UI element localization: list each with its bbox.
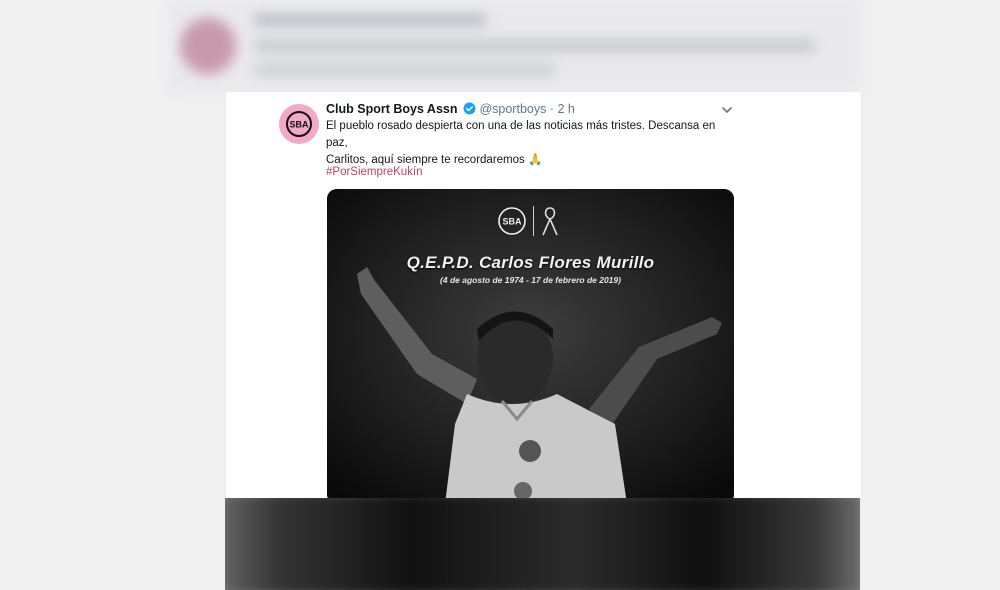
hashtag-link[interactable]: #PorSiempreKukín (326, 166, 423, 178)
tweet-media-image[interactable]: SBA Q.E.P.D. Carlos Flores Murillo (4 de… (327, 189, 734, 498)
sba-logo-icon: SBA (286, 111, 312, 137)
tweet-timestamp[interactable]: 2 h (558, 102, 575, 116)
blurred-avatar (180, 18, 236, 74)
blurred-line (255, 64, 555, 76)
logo-divider (533, 206, 534, 236)
memorial-title: Q.E.P.D. Carlos Flores Murillo (406, 253, 655, 272)
svg-text:SBA: SBA (289, 120, 309, 130)
separator-dot: · (549, 102, 555, 116)
blurred-line (255, 14, 485, 26)
mourning-ribbon-icon (542, 207, 558, 236)
sba-crest: SBA (497, 205, 560, 237)
tweet-text-line: El pueblo rosado despierta con una de la… (326, 120, 716, 149)
author-name[interactable]: Club Sport Boys Assn (326, 102, 458, 116)
logo-text: SBA (502, 217, 522, 227)
praying-hands-emoji: 🙏 (527, 154, 543, 166)
avatar[interactable]: SBA (279, 104, 319, 144)
tweet-text-line: Carlitos, aquí siempre te recordaremos (326, 154, 525, 166)
author-handle[interactable]: @sportboys (479, 102, 546, 116)
tweet-card[interactable]: SBA Club Sport Boys Assn @sportboys · 2 … (225, 92, 862, 498)
tweet-header: Club Sport Boys Assn @sportboys · 2 h (326, 102, 575, 116)
sba-logo-icon: SBA (498, 207, 526, 235)
verified-badge-icon (463, 102, 476, 115)
blurred-previous-tweet (170, 0, 860, 92)
blurred-line (255, 40, 815, 52)
blurred-fill (225, 498, 860, 590)
tweet-text: El pueblo rosado despierta con una de la… (326, 118, 736, 169)
blurred-bottom-region (225, 498, 860, 590)
memorial-dates: (4 de agosto de 1974 - 17 de febrero de … (440, 275, 621, 285)
chevron-down-icon[interactable] (721, 104, 733, 116)
